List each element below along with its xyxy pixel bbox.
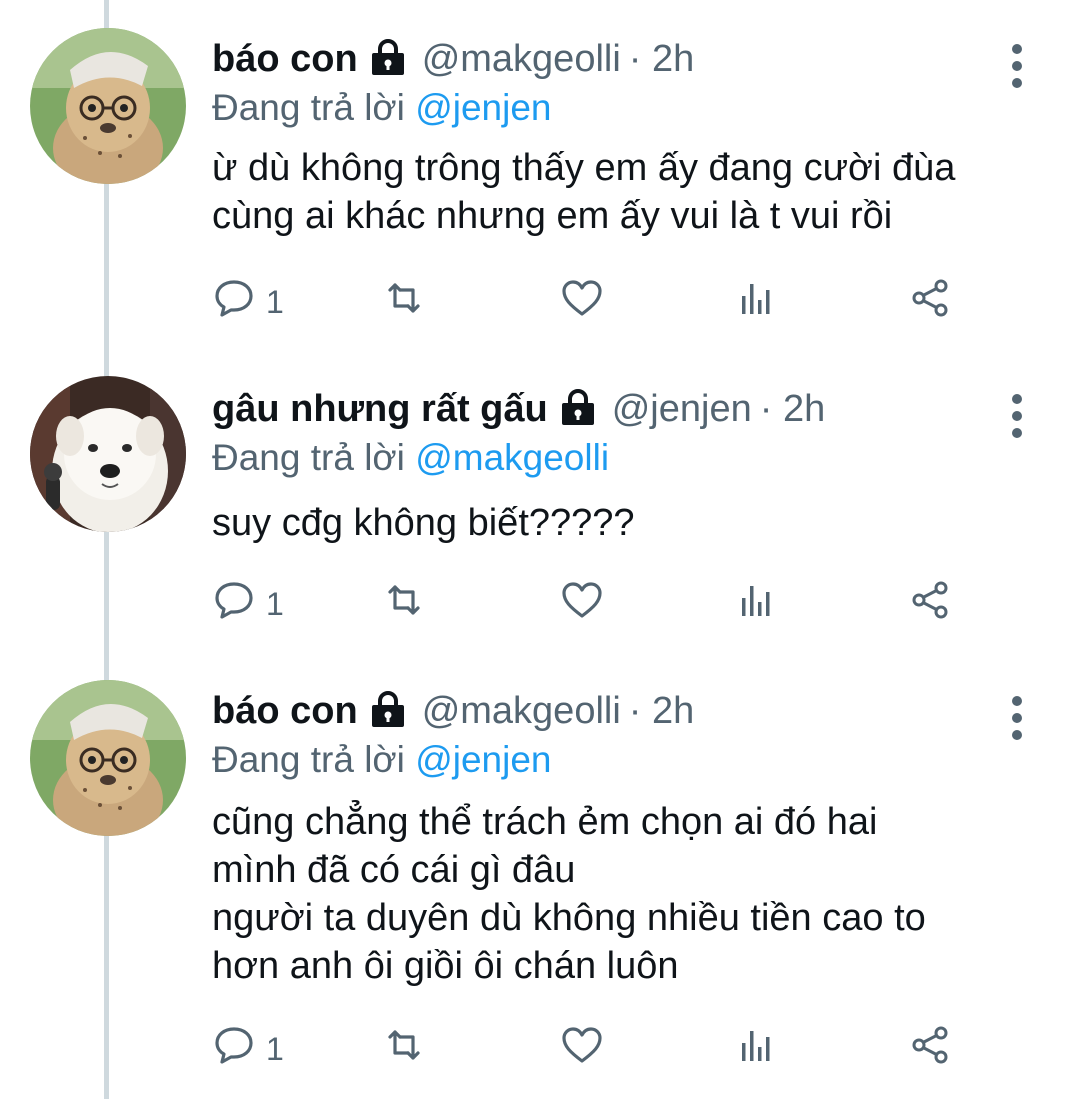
tweet-actions: 1 [212,579,972,629]
white-dog-avatar-icon [30,376,186,532]
share-icon [908,276,952,328]
share-button[interactable] [908,277,952,327]
more-vertical-icon[interactable] [1008,394,1026,448]
reply-button[interactable]: 1 [212,277,284,327]
avatar[interactable] [30,376,186,532]
display-name[interactable]: báo con [212,38,358,80]
more-vertical-icon[interactable] [1008,44,1026,98]
analytics-icon [734,276,778,328]
heart-icon [560,578,604,630]
reply-prefix: Đang trả lời [212,87,405,128]
reply-button[interactable]: 1 [212,579,284,629]
timestamp: · 2h [628,690,695,732]
lock-icon [368,690,408,740]
comment-icon [212,578,256,630]
user-handle[interactable]: @makgeolli [422,38,621,80]
tweet-header: gâu nhưng rất gấu @jenjen · 2h [212,384,825,434]
tweet-text: cũng chẳng thể trách ẻm chọn ai đó hai m… [212,801,926,987]
retweet-icon [382,276,426,328]
share-button[interactable] [908,579,952,629]
lock-icon [558,388,598,438]
analytics-icon [734,578,778,630]
views-button[interactable] [734,579,778,629]
cheetah-cub-avatar-icon [30,28,186,184]
tweet-actions: 1 [212,1024,972,1074]
tweet-text: suy cđg không biết????? [212,502,635,544]
retweet-icon [382,578,426,630]
display-name[interactable]: gâu nhưng rất gấu [212,388,548,430]
comment-icon [212,276,256,328]
lock-icon [368,38,408,88]
retweet-icon [382,1023,426,1075]
display-name[interactable]: báo con [212,690,358,732]
reply-prefix: Đang trả lời [212,739,405,780]
views-button[interactable] [734,277,778,327]
reply-count: 1 [266,283,284,320]
reply-button[interactable]: 1 [212,1024,284,1074]
reply-mention-link[interactable]: @jenjen [415,87,551,128]
like-button[interactable] [560,579,604,629]
heart-icon [560,276,604,328]
views-button[interactable] [734,1024,778,1074]
cheetah-cub-avatar-icon [30,680,186,836]
reply-prefix: Đang trả lời [212,437,405,478]
avatar[interactable] [30,680,186,836]
analytics-icon [734,1023,778,1075]
like-button[interactable] [560,1024,604,1074]
comment-icon [212,1023,256,1075]
tweet-header: báo con @makgeolli · 2h [212,34,694,84]
user-handle[interactable]: @makgeolli [422,690,621,732]
reply-context: Đang trả lời @makgeolli [212,434,609,482]
retweet-button[interactable] [382,579,426,629]
share-icon [908,578,952,630]
reply-context: Đang trả lời @jenjen [212,736,552,784]
like-button[interactable] [560,277,604,327]
share-button[interactable] [908,1024,952,1074]
timestamp: · 2h [628,38,695,80]
reply-mention-link[interactable]: @makgeolli [415,437,609,478]
reply-count: 1 [266,585,284,622]
retweet-button[interactable] [382,1024,426,1074]
avatar[interactable] [30,28,186,184]
heart-icon [560,1023,604,1075]
user-handle[interactable]: @jenjen [612,388,752,430]
tweet-actions: 1 [212,277,972,327]
share-icon [908,1023,952,1075]
reply-mention-link[interactable]: @jenjen [415,739,551,780]
timestamp: · 2h [759,388,826,430]
tweet-header: báo con @makgeolli · 2h [212,686,694,736]
retweet-button[interactable] [382,277,426,327]
tweet-text: ừ dù không trông thấy em ấy đang cười đù… [212,147,956,237]
reply-count: 1 [266,1030,284,1067]
more-vertical-icon[interactable] [1008,696,1026,750]
reply-context: Đang trả lời @jenjen [212,84,552,132]
